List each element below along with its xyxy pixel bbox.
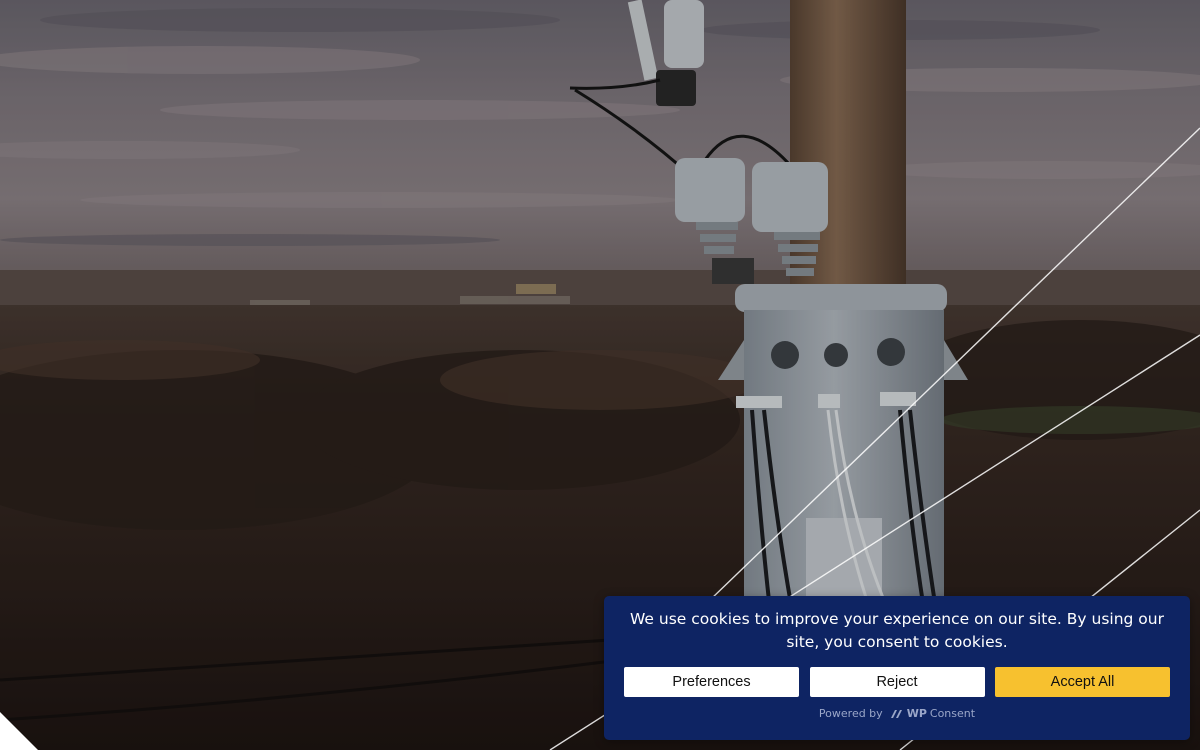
cookie-button-row: Preferences Reject Accept All [624,667,1170,697]
wpconsent-logo-icon [890,709,902,718]
brand-suffix: Consent [929,707,976,720]
accept-all-button[interactable]: Accept All [995,667,1170,697]
reject-button[interactable]: Reject [809,667,985,697]
page: We use cookies to improve your experienc… [0,0,1200,750]
brand-prefix: WP [906,707,927,720]
cookie-consent-banner: We use cookies to improve your experienc… [604,596,1190,740]
preferences-button[interactable]: Preferences [624,667,799,697]
wpconsent-logo-link[interactable]: WP Consent [890,707,975,720]
powered-by-label: Powered by [818,707,883,720]
powered-by-footer: Powered by WP Consent [624,707,1170,720]
cookie-message: We use cookies to improve your experienc… [630,610,1164,651]
